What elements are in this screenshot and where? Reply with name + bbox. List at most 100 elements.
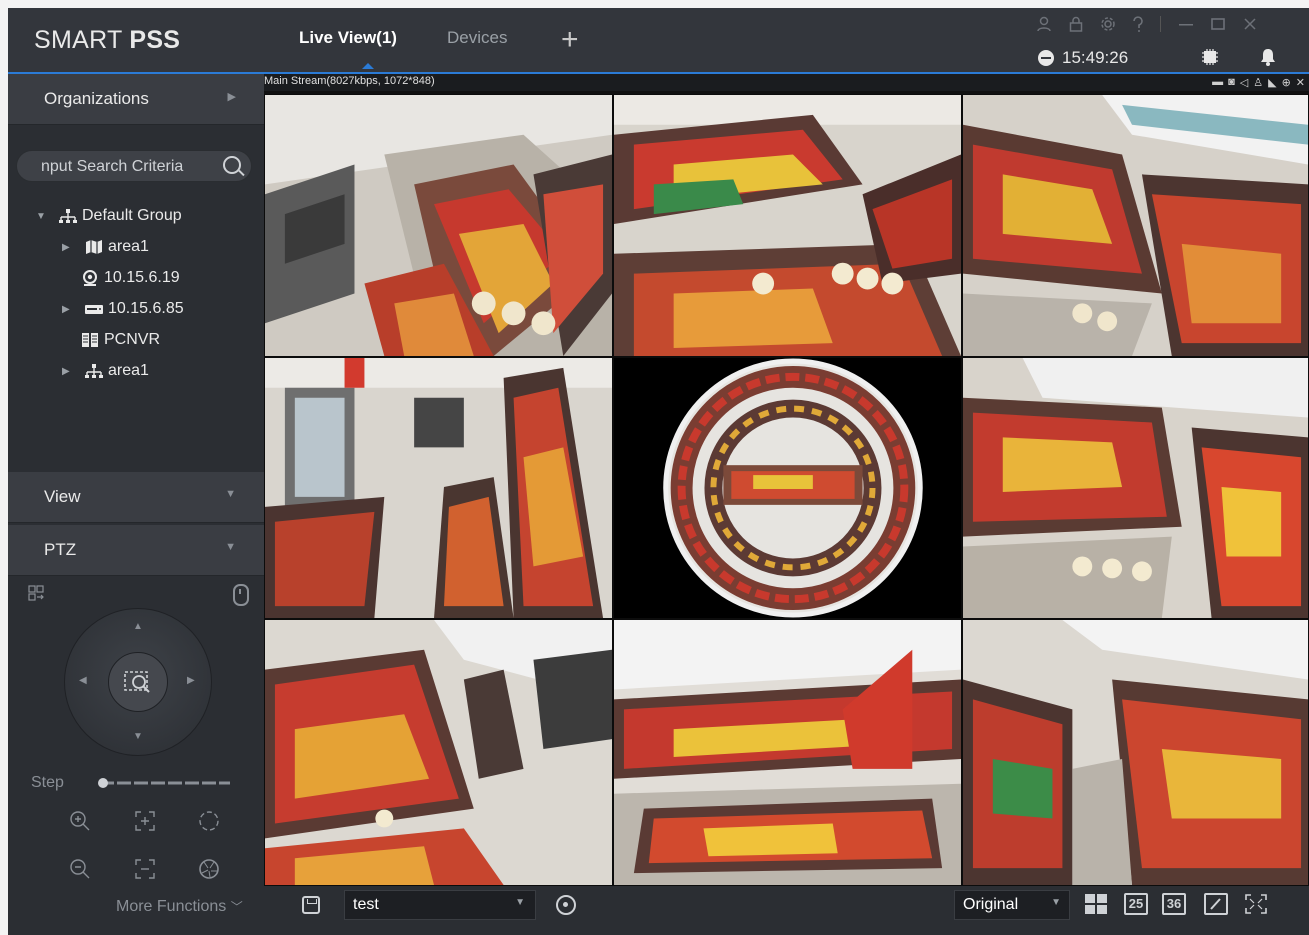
search-input[interactable] [39,155,213,179]
tree-node-area1[interactable]: ▶ area1 [62,233,149,261]
camera-feed-image [265,95,612,356]
bell-icon[interactable] [1259,48,1277,66]
tree-label: 10.15.6.85 [108,300,184,317]
mouse-icon[interactable] [233,584,249,606]
fisheye-feed-image [614,358,961,618]
tree-label: PCNVR [104,331,161,348]
snapshot-icon[interactable]: ◙ [1228,76,1235,89]
view-header[interactable]: View ▼ [8,472,264,523]
tree-node-camera-10-15-6-19[interactable]: 10.15.6.19 [80,264,180,292]
step-label: Step [31,774,64,791]
layout-4-icon[interactable] [1084,893,1108,915]
video-cell-4[interactable] [264,357,613,619]
camera-feed-image [614,95,961,356]
fullscreen-icon[interactable] [1244,893,1268,915]
ivs-icon[interactable]: ◣ [1268,76,1276,89]
org-icon [85,364,103,378]
talk-icon[interactable]: ♙ [1253,76,1263,89]
ptz-header[interactable]: PTZ ▼ [8,525,264,576]
custom-layout-icon[interactable] [1204,893,1228,915]
ptz-right-arrow[interactable]: ▶ [187,675,195,686]
tree-node-default-group[interactable]: ▼ Default Group [36,202,182,230]
ptz-joystick[interactable]: ▲ ▼ ◀ ▶ [64,608,212,756]
refresh-icon[interactable] [556,895,576,915]
focus-far-icon[interactable] [134,858,156,880]
ptz-down-arrow[interactable]: ▼ [133,731,143,742]
tree-label: Default Group [82,207,182,224]
layout-25-button[interactable]: 25 [1124,893,1148,915]
save-view-icon[interactable] [302,896,320,914]
video-cell-7[interactable] [264,619,613,886]
live-view-toolbar: test ▼ Original ▼ 25 36 [264,886,1309,935]
video-cell-5[interactable] [613,357,962,619]
video-cell-2[interactable] [613,94,962,357]
view-select[interactable]: test ▼ [344,890,536,920]
organizations-label: Organizations [44,89,149,108]
lock-icon[interactable] [1068,16,1084,32]
chevron-down-icon: ▼ [225,488,236,500]
camera-feed-image [963,620,1308,885]
zoom-in-icon[interactable] [69,810,91,832]
chevron-down-icon: ﹀ [230,900,243,914]
ptz-left-arrow[interactable]: ◀ [79,675,87,686]
organizations-header[interactable]: Organizations ▶ [8,74,264,125]
tree-collapsed-icon[interactable]: ▶ [62,304,80,315]
video-cell-9[interactable] [962,619,1309,886]
ptz-up-arrow[interactable]: ▲ [133,621,143,632]
ptz-label: PTZ [44,540,77,559]
chevron-right-icon: ▶ [227,91,236,103]
ptz-center-button[interactable] [108,652,168,712]
tree-collapsed-icon[interactable]: ▶ [62,366,80,377]
user-icon[interactable] [1036,16,1052,32]
tree-label: area1 [108,362,149,379]
video-cell-8[interactable] [613,619,962,886]
clock-icon [1038,50,1054,66]
tree-node-nvr-10-15-6-85[interactable]: ▶ 10.15.6.85 [62,295,184,323]
logo-text-bold: PSS [129,26,181,54]
iris-open-icon[interactable] [198,810,220,832]
camera-feed-image [614,620,961,885]
tree-node-pcnvr[interactable]: PCNVR [80,326,160,354]
tree-label: area1 [108,238,149,255]
minimize-icon[interactable] [1178,16,1194,32]
chevron-down-icon: ▼ [515,897,525,908]
camera-feed-image [963,358,1308,618]
video-cell-6[interactable] [962,357,1309,619]
stream-info-text: Main Stream(8027kbps, 1072*848) [264,75,435,87]
close-icon[interactable] [1242,16,1258,32]
chevron-down-icon: ▼ [225,541,236,553]
zoom-out-icon[interactable] [69,858,91,880]
sidebar: Organizations ▶ ▼ Default Group ▶ area1 … [8,74,264,935]
video-cell-3[interactable] [962,94,1309,357]
layout-36-button[interactable]: 36 [1162,893,1186,915]
step-slider[interactable] [98,778,230,788]
video-cell-1[interactable] [264,94,613,357]
map-icon [86,240,102,254]
chip-icon[interactable] [1200,48,1220,66]
add-tab-button[interactable]: + [561,25,579,55]
tree-node-area1-group[interactable]: ▶ area1 [62,357,149,385]
tab-devices[interactable]: Devices [447,28,507,48]
nvr-icon [85,305,103,314]
tab-live-view[interactable]: Live View(1) [299,28,397,48]
tree-collapsed-icon[interactable]: ▶ [62,242,80,253]
settings-icon[interactable] [1100,16,1116,32]
stream-mode-select[interactable]: Original ▼ [954,890,1070,920]
app-header: SMART PSS Live View(1) Devices + 15:49:2… [8,8,1309,74]
record-icon[interactable]: ▬ [1212,76,1223,89]
search-icon[interactable] [223,156,241,174]
ptz-preset-grid-icon[interactable] [28,585,44,601]
more-functions-button[interactable]: More Functions ﹀ [116,898,243,916]
zoom-icon[interactable]: ⊕ [1282,76,1291,89]
tree-expanded-icon[interactable]: ▼ [36,211,54,222]
iris-close-icon[interactable] [198,858,220,880]
focus-near-icon[interactable] [134,810,156,832]
maximize-icon[interactable] [1210,16,1226,32]
audio-icon[interactable]: ◁ [1240,76,1248,89]
chevron-down-icon: ▼ [1051,897,1061,908]
live-view-area: Main Stream(8027kbps, 1072*848) ▬ ◙ ◁ ♙ … [264,74,1309,886]
logo-text-light: SMART [34,26,123,54]
close-video-icon[interactable]: ✕ [1296,76,1305,89]
more-functions-label: More Functions [116,898,227,915]
help-icon[interactable] [1132,16,1144,32]
